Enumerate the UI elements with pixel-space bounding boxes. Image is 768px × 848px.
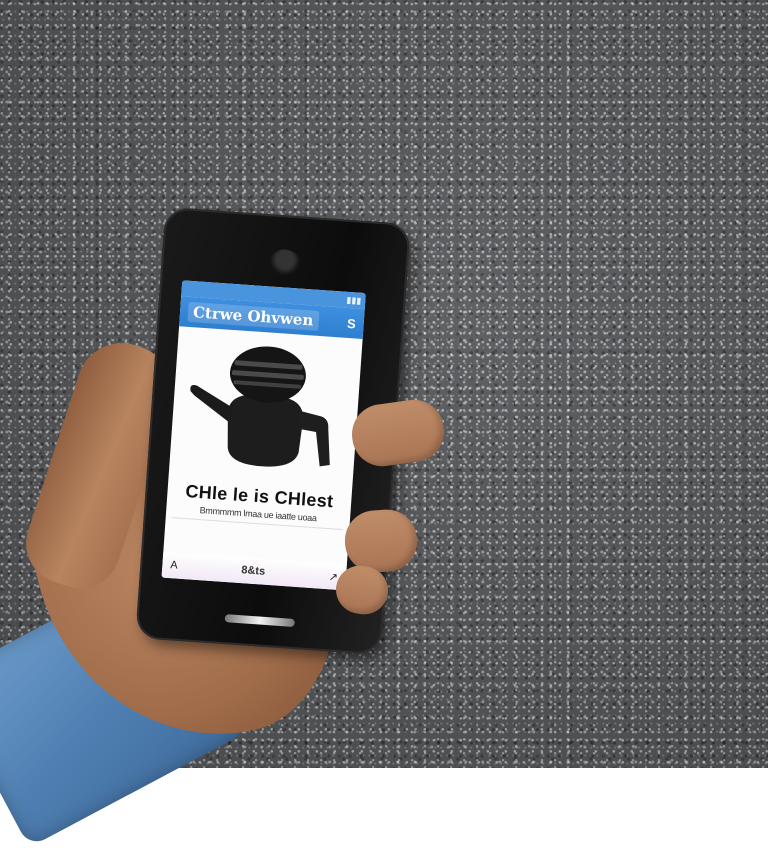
- header-menu-icon[interactable]: S: [347, 315, 357, 331]
- status-text: [185, 281, 186, 297]
- home-button[interactable]: [224, 614, 295, 627]
- app-title: Ctrwe Ohvwen: [187, 301, 319, 331]
- bottom-bar: A 8&ts ↗: [161, 551, 347, 591]
- battery-icon: ▮▮▮: [346, 294, 362, 306]
- camera-notch-icon: [268, 248, 301, 277]
- phone-screen[interactable]: ▮▮▮ Ctrwe Ohvwen S CHle le is CHlest Bmm…: [161, 280, 366, 591]
- back-arrow-icon[interactable]: A: [170, 559, 178, 571]
- bottom-label[interactable]: 8&ts: [241, 564, 266, 578]
- mascot-figure-icon: [169, 326, 363, 488]
